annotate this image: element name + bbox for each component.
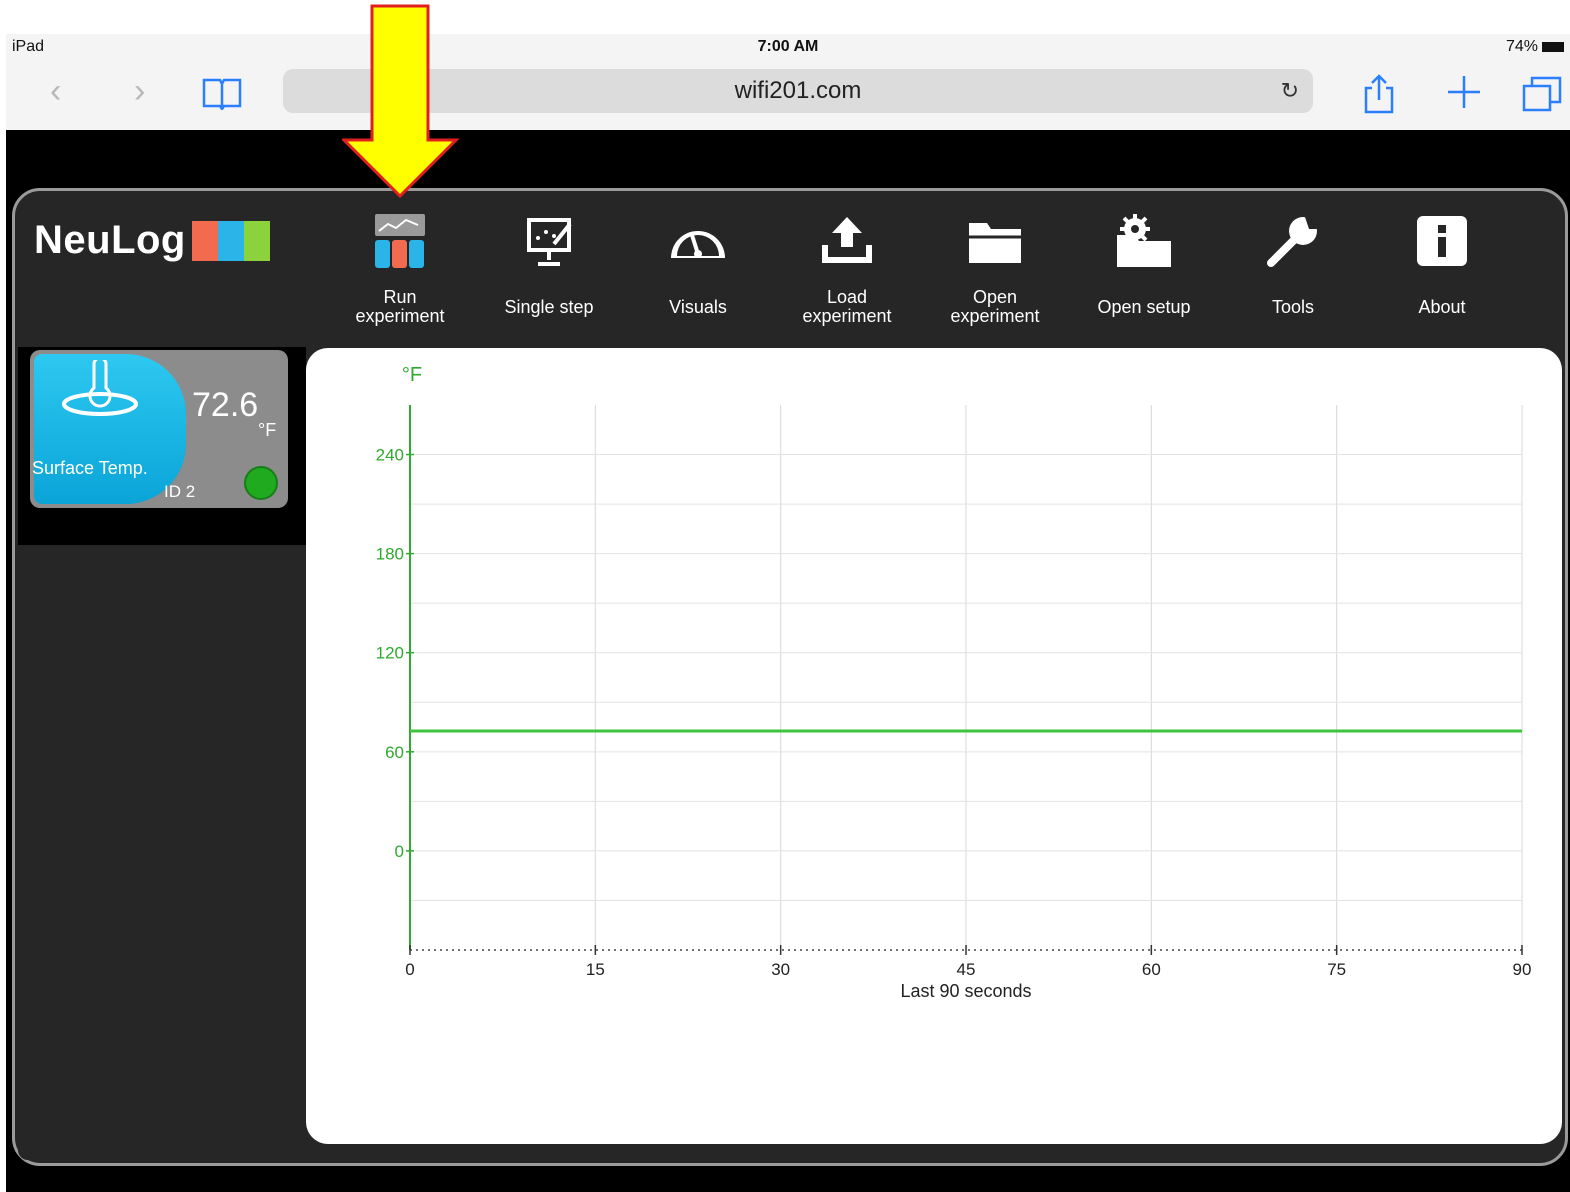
visuals-button[interactable]: Visuals — [623, 210, 773, 317]
open-setup-button[interactable]: Open setup — [1069, 210, 1219, 317]
battery-indicator: 74% — [1506, 38, 1564, 56]
x-tick-label: 90 — [1513, 960, 1532, 979]
share-icon[interactable] — [1362, 74, 1396, 120]
about-label: About — [1418, 297, 1466, 317]
upload-tray-icon — [772, 210, 922, 272]
logo-text: NeuLog — [34, 218, 186, 262]
tools-button[interactable]: Tools — [1218, 210, 1368, 317]
single-step-icon — [474, 210, 624, 272]
about-button[interactable]: About — [1367, 210, 1517, 317]
sensor-id: ID 2 — [164, 482, 196, 501]
neulog-logo: NeuLog — [34, 218, 270, 263]
x-tick-label: 45 — [957, 960, 976, 979]
clock: 7:00 AM — [757, 38, 819, 55]
y-tick-label: 120 — [376, 644, 404, 663]
x-tick-label: 0 — [405, 960, 414, 979]
sensor-value: 72.6 — [192, 386, 259, 424]
bookmarks-icon[interactable] — [202, 76, 242, 116]
tools-label: Tools — [1271, 297, 1315, 317]
status-bar: iPad 7:00 AM 74% — [6, 38, 1570, 58]
open-setup-label: Open setup — [1097, 297, 1191, 317]
wrench-icon — [1218, 210, 1368, 272]
run-experiment-button[interactable]: Run experiment — [325, 210, 475, 326]
sensor-unit: °F — [258, 420, 277, 440]
y-tick-label: 180 — [376, 545, 404, 564]
reload-icon[interactable]: ↻ — [1281, 69, 1299, 113]
x-tick-label: 60 — [1142, 960, 1161, 979]
visuals-label: Visuals — [669, 297, 727, 317]
run-experiment-label: Run experiment — [355, 287, 445, 326]
sensor-panel-empty — [18, 562, 306, 1160]
run-experiment-icon — [325, 210, 475, 272]
surface-thermometer-icon — [62, 360, 138, 416]
load-experiment-button[interactable]: Load experiment — [772, 210, 922, 326]
x-tick-label: 75 — [1327, 960, 1346, 979]
sensor-module[interactable]: 72.6 °F Surface Temp. ID 2 — [30, 350, 288, 508]
tabs-icon[interactable] — [1522, 76, 1562, 118]
load-experiment-label: Load experiment — [802, 287, 892, 326]
info-icon — [1367, 210, 1517, 272]
y-axis-label: °F — [402, 364, 422, 386]
url-text: wifi201.com — [734, 77, 862, 104]
single-step-label: Single step — [504, 297, 594, 317]
gear-folder-icon — [1069, 210, 1219, 272]
battery-percent: 74% — [1505, 38, 1538, 55]
y-tick-label: 0 — [395, 842, 404, 861]
battery-icon — [1542, 42, 1564, 52]
x-axis-label: Last 90 seconds — [900, 981, 1031, 1001]
open-experiment-button[interactable]: Open experiment — [920, 210, 1070, 326]
forward-icon[interactable]: › — [134, 74, 145, 108]
single-step-button[interactable]: Single step — [474, 210, 624, 317]
sensor-name: Surface Temp. — [32, 458, 148, 478]
x-tick-label: 30 — [771, 960, 790, 979]
status-led — [244, 466, 278, 500]
y-tick-label: 240 — [376, 446, 404, 465]
annotation-arrow — [342, 4, 460, 199]
gauge-icon — [623, 210, 773, 272]
x-tick-label: 15 — [586, 960, 605, 979]
folder-icon — [920, 210, 1070, 272]
new-tab-icon[interactable] — [1446, 74, 1482, 116]
logo-blocks — [191, 220, 270, 261]
browser-chrome: iPad 7:00 AM 74% ‹ › wifi201.com ↻ — [6, 34, 1570, 130]
back-icon[interactable]: ‹ — [50, 74, 61, 108]
y-tick-label: 60 — [385, 743, 404, 762]
temperature-graph[interactable]: 0 60 120 180 240 0 15 30 45 60 75 90 °F Last 90 secon… — [306, 348, 1562, 1144]
open-experiment-label: Open experiment — [950, 287, 1040, 326]
